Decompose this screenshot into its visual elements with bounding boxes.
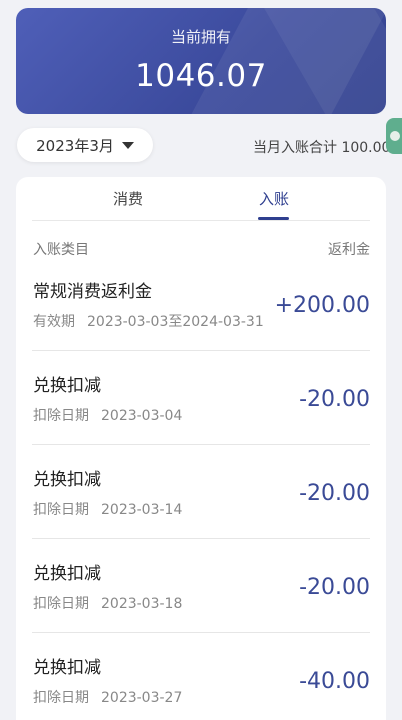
tab-income[interactable]: 入账 — [259, 188, 289, 209]
list-item[interactable]: 兑换扣减 扣除日期 2023-03-04 -20.00 — [32, 351, 370, 445]
entry-meta-value: 2023-03-04 — [101, 408, 183, 424]
entry-amount: +200.00 — [274, 293, 370, 318]
list-item[interactable]: 兑换扣减 扣除日期 2023-03-14 -20.00 — [32, 445, 370, 539]
entry-meta: 有效期 2023-03-03至2024-03-31 — [33, 311, 264, 331]
column-header-amount: 返利金 — [328, 242, 370, 258]
entry-meta: 扣除日期 2023-03-18 — [33, 593, 182, 613]
entry-meta-value: 2023-03-14 — [101, 502, 183, 518]
entry-meta-label: 扣除日期 — [33, 408, 89, 424]
balance-card: 当前拥有 1046.07 — [16, 8, 386, 114]
list-item[interactable]: 兑换扣减 扣除日期 2023-03-18 -20.00 — [32, 539, 370, 633]
entry-title: 兑换扣减 — [33, 564, 101, 584]
entry-meta: 扣除日期 2023-03-27 — [33, 687, 182, 707]
list-item[interactable]: 常规消费返利金 有效期 2023-03-03至2024-03-31 +200.00 — [32, 257, 370, 351]
entry-amount: -20.00 — [299, 387, 370, 412]
floating-support-button[interactable] — [386, 118, 402, 154]
tab-consume[interactable]: 消费 — [113, 188, 143, 209]
entry-meta-label: 扣除日期 — [33, 690, 89, 706]
list-item[interactable]: 兑换扣减 扣除日期 2023-03-27 -40.00 — [32, 633, 370, 720]
active-tab-indicator — [258, 217, 289, 220]
entry-title: 常规消费返利金 — [33, 282, 152, 302]
entry-meta-label: 有效期 — [33, 314, 75, 330]
entry-title: 兑换扣减 — [33, 376, 101, 396]
balance-amount: 1046.07 — [135, 58, 267, 94]
month-picker-value: 2023年3月 — [36, 136, 114, 155]
entry-amount: -20.00 — [299, 575, 370, 600]
headset-icon — [390, 131, 400, 141]
entry-meta-label: 扣除日期 — [33, 596, 89, 612]
entry-title: 兑换扣减 — [33, 658, 101, 678]
entry-meta: 扣除日期 2023-03-04 — [33, 405, 182, 425]
entry-amount: -40.00 — [299, 669, 370, 694]
entry-meta-label: 扣除日期 — [33, 502, 89, 518]
month-total: 当月入账合计 100.00 — [253, 140, 391, 156]
balance-label: 当前拥有 — [170, 28, 231, 46]
entry-title: 兑换扣减 — [33, 470, 101, 490]
tab-bar: 消费 入账 — [32, 177, 370, 221]
entry-meta-value: 2023-03-27 — [101, 690, 183, 706]
entry-amount: -20.00 — [299, 481, 370, 506]
entry-meta-value: 2023-03-18 — [101, 596, 183, 612]
column-header-category: 入账类目 — [33, 242, 89, 258]
entry-meta-value: 2023-03-03至2024-03-31 — [87, 314, 264, 330]
month-picker[interactable]: 2023年3月 — [17, 128, 153, 162]
records-panel: 消费 入账 入账类目 返利金 常规消费返利金 有效期 2023-03-03至202… — [16, 177, 386, 720]
caret-down-icon — [121, 141, 134, 149]
entry-meta: 扣除日期 2023-03-14 — [33, 499, 182, 519]
